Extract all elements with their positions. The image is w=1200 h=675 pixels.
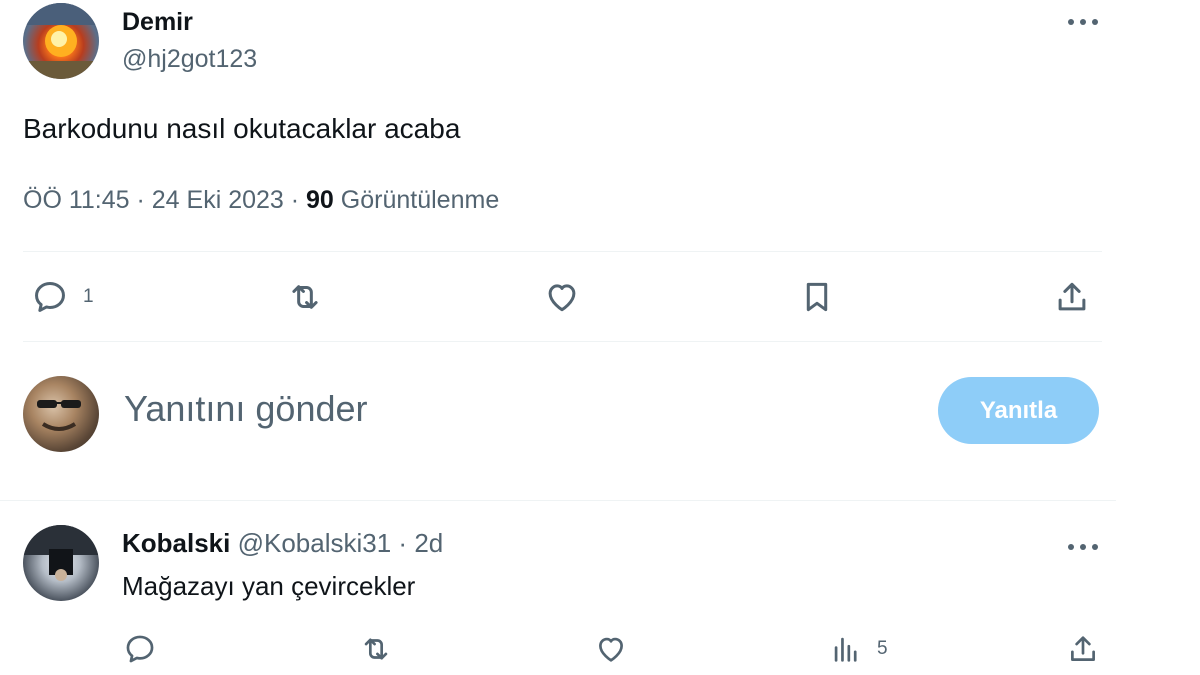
views-label: Görüntülenme <box>340 186 500 214</box>
author-handle[interactable]: @hj2got123 <box>122 45 257 74</box>
retweet-icon <box>292 285 318 309</box>
reply-icon <box>126 635 154 663</box>
reply-input[interactable]: Yanıtını gönder <box>124 388 368 430</box>
bookmark-icon <box>806 282 828 312</box>
reply-header: Kobalski @Kobalski31 · 2d <box>122 528 443 559</box>
divider <box>0 500 1116 501</box>
divider <box>23 251 1102 252</box>
reply-more-options-icon[interactable] <box>1066 537 1100 557</box>
like-button[interactable] <box>543 278 581 316</box>
views-count: 90 <box>306 186 334 214</box>
reply-submit-button[interactable]: Yanıtla <box>938 377 1099 444</box>
meta-separator: · <box>129 186 152 214</box>
tweet-meta: ÖÖ 11:45 · 24 Eki 2023 · 90 Görüntülenme <box>23 186 499 215</box>
current-user-avatar[interactable] <box>23 376 99 452</box>
reply-separator: · <box>391 528 415 558</box>
bookmark-button[interactable] <box>798 278 836 316</box>
analytics-icon <box>834 637 857 662</box>
reply-text: Mağazayı yan çevircekler <box>122 571 416 601</box>
reply-author-handle[interactable]: @Kobalski31 <box>238 528 392 558</box>
author-avatar[interactable] <box>23 3 99 79</box>
reply-author-avatar[interactable] <box>23 525 99 601</box>
tweet-time[interactable]: ÖÖ 11:45 <box>23 186 130 214</box>
tweet-date[interactable]: 24 Eki 2023 <box>152 186 284 214</box>
divider <box>23 341 1102 342</box>
reply-button[interactable]: 1 <box>31 278 94 316</box>
more-options-icon[interactable] <box>1066 12 1100 32</box>
share-icon <box>1058 282 1086 311</box>
heart-icon <box>599 637 623 662</box>
retweet-icon <box>364 638 388 660</box>
reply-share-button[interactable] <box>1066 632 1100 666</box>
tweet-text: Barkodunu nasıl okutacaklar acaba <box>23 113 461 144</box>
author-name[interactable]: Demir <box>122 8 193 37</box>
reply-author-name[interactable]: Kobalski <box>122 528 230 558</box>
meta-separator: · <box>283 186 307 214</box>
reply-count: 1 <box>83 286 94 307</box>
reply-retweet-button[interactable] <box>359 632 393 666</box>
share-icon <box>1071 636 1095 661</box>
reply-time[interactable]: 2d <box>414 528 443 558</box>
reply-views-button[interactable]: 5 <box>829 632 888 666</box>
heart-icon <box>548 284 576 312</box>
retweet-button[interactable] <box>286 278 324 316</box>
reply-like-button[interactable] <box>594 632 628 666</box>
share-button[interactable] <box>1053 278 1091 316</box>
reply-views-count: 5 <box>877 638 888 659</box>
reply-reply-button[interactable] <box>123 632 157 666</box>
reply-icon <box>35 282 65 312</box>
